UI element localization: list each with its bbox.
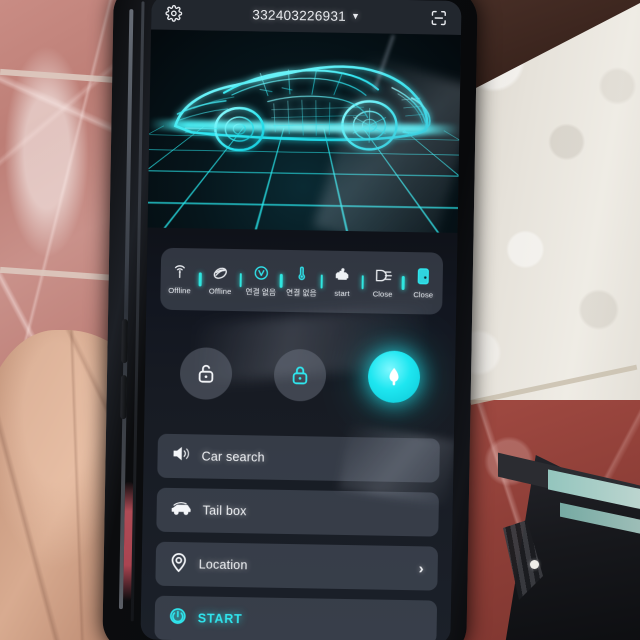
satellite-gps-icon [212, 264, 229, 281]
car-trunk-icon [170, 499, 191, 520]
qr-scan-icon[interactable] [430, 9, 447, 26]
status-indicator-bar: Offline Offline 연결 없음 연결 없음 start Close … [160, 247, 444, 315]
status-item-headlight[interactable]: Close [364, 267, 403, 299]
remote-start-button[interactable] [367, 350, 421, 404]
power-button[interactable] [120, 375, 128, 420]
smartphone: 332403226931 ▼ Offline Offline 연결 없음 연결 … [102, 0, 478, 640]
phone-screen: 332403226931 ▼ Offline Offline 연결 없음 연결 … [140, 0, 462, 640]
chevron-right-icon: › [418, 559, 424, 577]
volume-button[interactable] [121, 319, 128, 364]
unlock-button[interactable] [179, 347, 233, 400]
car-door-icon [417, 268, 430, 285]
lock-button[interactable] [273, 348, 327, 402]
screenshot-root: 332403226931 ▼ Offline Offline 연결 없음 연결 … [0, 0, 640, 640]
voltage-circle-icon [252, 264, 269, 281]
status-item-temperature[interactable]: 연결 없음 [282, 264, 321, 298]
headlight-icon [373, 267, 392, 284]
menu-row-start[interactable]: START [154, 595, 438, 640]
menu-row-label: Location [198, 557, 248, 573]
status-label: 연결 없음 [245, 286, 277, 297]
status-label: 연결 없음 [286, 287, 317, 297]
menu-row-label: Tail box [202, 503, 247, 519]
menu-row-car-search[interactable]: Car search [157, 433, 440, 483]
status-label: Close [413, 289, 434, 299]
car-remote-app: 332403226931 ▼ Offline Offline 연결 없음 연결 … [140, 0, 462, 640]
status-label: Close [372, 288, 393, 299]
location-pin-icon [170, 551, 188, 576]
quick-action-buttons [159, 342, 442, 409]
vehicle-hologram-view [147, 29, 462, 233]
status-label: start [334, 288, 350, 298]
status-label: Offline [168, 285, 191, 295]
status-item-voltage[interactable]: 연결 없음 [242, 264, 281, 298]
menu-row-location[interactable]: Location › [155, 541, 439, 591]
gear-icon[interactable] [165, 4, 183, 22]
signal-tower-icon [172, 263, 188, 280]
engine-icon [333, 266, 351, 283]
status-item-door[interactable]: Close [404, 267, 443, 299]
status-label: Offline [208, 286, 232, 296]
status-item-engine[interactable]: start [323, 266, 362, 298]
menu-row-label: Car search [201, 449, 265, 465]
horn-speaker-icon [171, 445, 190, 467]
power-start-icon [169, 606, 187, 629]
status-item-signal[interactable]: Offline [160, 263, 199, 295]
device-id-selector[interactable]: 332403226931 ▼ [252, 7, 360, 24]
action-list: Car search Tail box Location › START [154, 433, 440, 640]
menu-row-label: START [197, 611, 243, 627]
device-id-label: 332403226931 [252, 6, 347, 24]
white-cap-dot [530, 560, 539, 569]
temperature-sensor-icon [294, 265, 310, 282]
chevron-down-icon: ▼ [350, 11, 361, 22]
status-item-gps[interactable]: Offline [201, 264, 240, 296]
menu-row-tail-box[interactable]: Tail box [156, 487, 440, 537]
